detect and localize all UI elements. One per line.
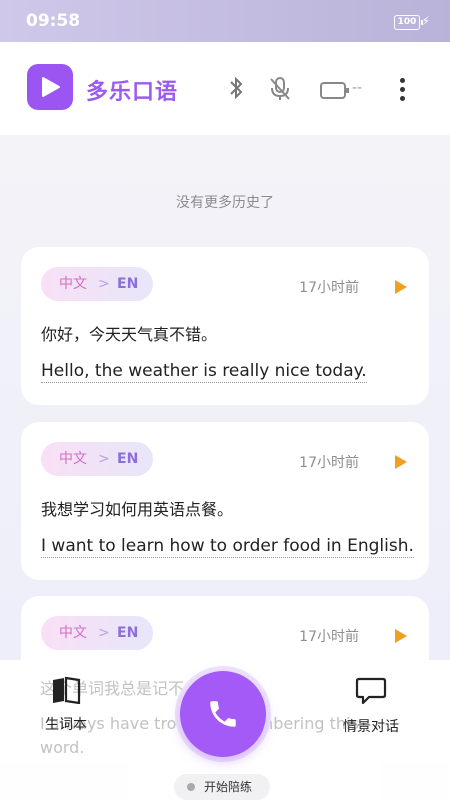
history-note: 没有更多历史了	[176, 195, 274, 211]
book-icon	[53, 676, 81, 705]
more-icon[interactable]	[400, 78, 406, 105]
source-text: 我想学习如何用英语点餐。	[41, 500, 234, 519]
nav-vocabulary-label: 生词本	[45, 717, 87, 733]
phone-icon	[210, 701, 236, 727]
play-icon[interactable]	[395, 280, 407, 294]
play-icon[interactable]	[395, 455, 407, 469]
start-practice[interactable]: 开始陪练	[174, 774, 270, 800]
battery-icon: 100	[394, 15, 423, 30]
start-practice-label: 开始陪练	[204, 780, 253, 794]
source-text: 你好，今天天气真不错。	[41, 325, 218, 344]
status-time: 09:58	[26, 11, 81, 31]
history-list[interactable]: 没有更多历史了 中文 > EN 17小时前 你好，今天天气真不错。 Hello,…	[0, 135, 450, 660]
lang-pair[interactable]: 中文 > EN	[41, 442, 153, 476]
chevron-right-icon: >	[98, 625, 110, 641]
translation-text[interactable]: I want to learn how to order food in Eng…	[41, 536, 414, 558]
mic-off-icon[interactable]	[268, 76, 292, 102]
timestamp: 17小时前	[299, 629, 359, 645]
timestamp: 17小时前	[299, 280, 359, 296]
history-card[interactable]: 中文 > EN 17小时前 你好，今天天气真不错。 Hello, the wea…	[21, 247, 429, 405]
target-lang: EN	[117, 625, 139, 641]
timestamp: 17小时前	[299, 455, 359, 471]
source-lang: 中文	[59, 625, 87, 641]
charging-icon: ⚡	[421, 14, 430, 28]
app-logo	[27, 64, 73, 110]
device-status: --	[352, 80, 363, 96]
history-card[interactable]: 中文 > EN 17小时前 我想学习如何用英语点餐。 I want to lea…	[21, 422, 429, 580]
call-button[interactable]	[175, 666, 271, 762]
nav-vocabulary[interactable]: 生词本	[36, 676, 96, 734]
nav-scene-dialogue[interactable]: 情景对话	[336, 676, 406, 736]
chevron-right-icon: >	[98, 451, 110, 467]
app-header: 多乐口语 --	[0, 42, 450, 135]
device-icon	[320, 82, 349, 99]
target-lang: EN	[117, 451, 139, 467]
source-lang: 中文	[59, 276, 87, 292]
call-button-inner[interactable]	[180, 671, 266, 757]
source-lang: 中文	[59, 451, 87, 467]
lang-pair[interactable]: 中文 > EN	[41, 267, 153, 301]
play-icon[interactable]	[395, 629, 407, 643]
status-dot	[187, 783, 195, 791]
app-title: 多乐口语	[86, 80, 179, 105]
nav-scene-label: 情景对话	[343, 719, 399, 735]
chevron-right-icon: >	[98, 276, 110, 292]
bluetooth-icon[interactable]	[228, 76, 244, 100]
target-lang: EN	[117, 276, 139, 292]
status-bar: 09:58 100 ⚡	[0, 0, 450, 42]
history-card[interactable]: 中文 > EN 17小时前	[21, 596, 429, 660]
chat-bubble-icon	[355, 677, 387, 705]
translation-text[interactable]: Hello, the weather is really nice today.	[41, 361, 367, 383]
lang-pair[interactable]: 中文 > EN	[41, 616, 153, 650]
